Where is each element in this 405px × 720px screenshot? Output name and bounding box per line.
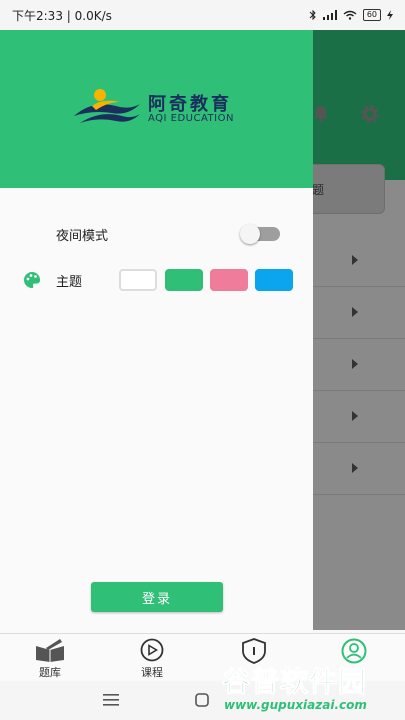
status-bar: 下午2:33 | 0.0K/s 60 [0,0,405,30]
battery-indicator: 60 [362,9,381,21]
tab-label: 课程 [141,666,163,679]
theme-color-white[interactable] [119,269,157,291]
night-mode-row: 夜间模式 [22,224,108,244]
tab-question-bank[interactable]: 题库 [20,638,80,680]
chevron-right-icon [352,307,358,317]
watermark-url: www.gupuxiazai.com [224,698,367,712]
moon-icon [29,226,37,242]
charging-icon [387,10,393,20]
switch-knob [240,224,260,244]
chevron-right-icon [352,463,358,473]
menu-icon[interactable] [103,694,119,706]
chevron-right-icon [352,255,358,265]
bell-icon [314,106,328,123]
tab-label: 题库 [39,666,61,679]
gear-icon [361,105,379,123]
tab-courses[interactable]: 课程 [122,638,182,680]
signal-icon [322,10,337,20]
status-time: 下午2:33 | 0.0K/s [12,8,112,23]
chevron-right-icon [352,411,358,421]
logo-mark-icon [74,89,140,123]
logo-text-en: AQI EDUCATION [148,113,234,124]
night-mode-switch[interactable] [240,224,280,244]
status-icons: 60 [309,9,393,21]
night-mode-label: 夜间模式 [56,228,109,244]
background-card-label: 题 [311,182,324,197]
wifi-icon [343,10,357,20]
play-circle-icon [140,638,164,662]
palette-icon [24,272,41,288]
watermark-title: 谷普软件园 [221,665,368,699]
home-icon[interactable] [195,693,209,707]
chevron-right-icon [352,359,358,369]
login-button[interactable]: 登录 [91,582,223,612]
theme-label: 主题 [56,274,83,290]
watermark: 谷普软件园 www.gupuxiazai.com [221,660,405,720]
theme-color-blue[interactable] [255,269,293,291]
brand-logo: 阿奇教育 AQI EDUCATION [72,86,247,128]
theme-color-pink[interactable] [210,269,248,291]
theme-color-green[interactable] [165,269,203,291]
theme-row: 主题 [22,270,82,290]
navigation-drawer: 阿奇教育 AQI EDUCATION 夜间模式 主题 登录 [0,24,313,634]
bluetooth-icon [309,9,316,21]
drawer-header: 阿奇教育 AQI EDUCATION [0,24,313,188]
book-icon [36,639,64,662]
